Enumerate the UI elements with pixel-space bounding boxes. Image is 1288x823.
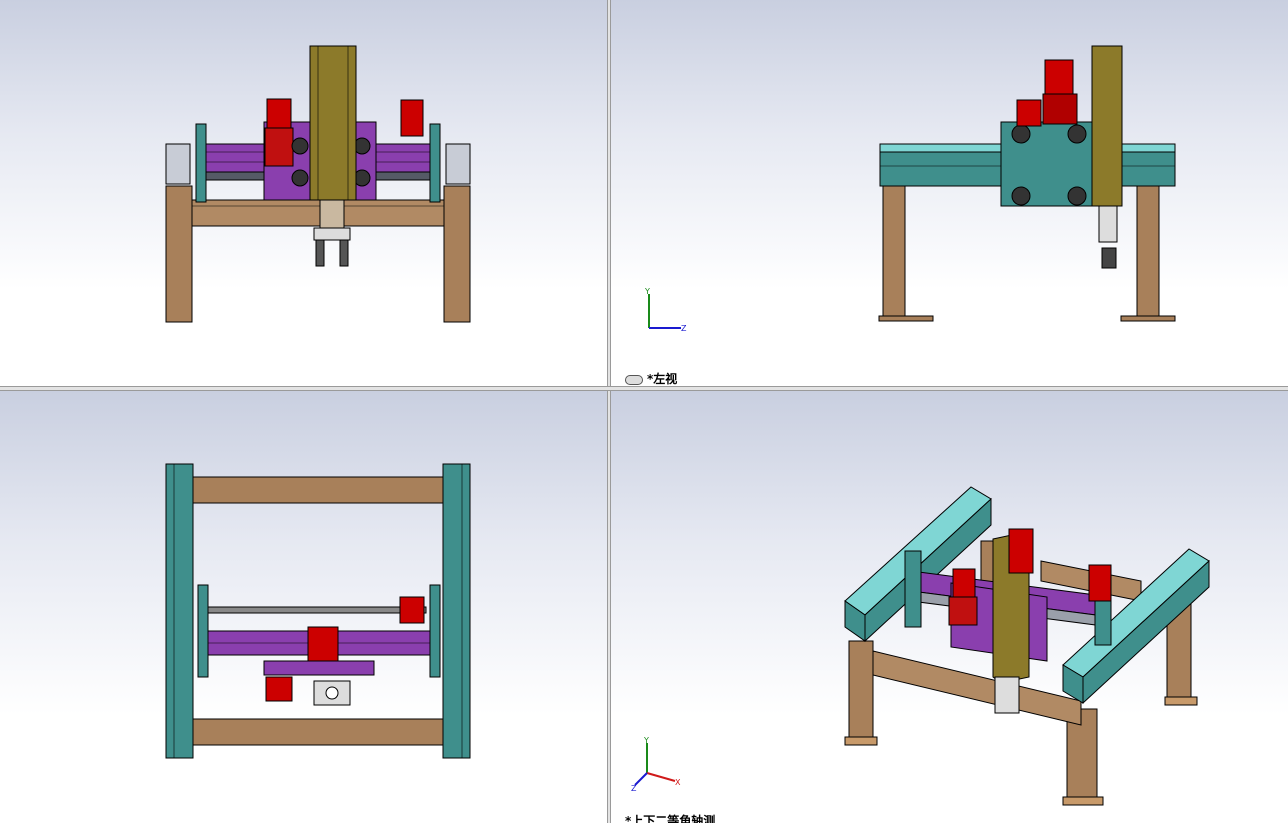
horizontal-splitter[interactable] [0, 386, 1288, 391]
axis-triad-iso: Y X Z [631, 737, 681, 793]
axis-y-label: Y [644, 287, 650, 296]
view-name-text: *左视 [647, 372, 678, 386]
viewport-isometric[interactable]: Y X Z *上下二等角轴测 [611, 391, 1288, 823]
viewport-front[interactable] [0, 0, 607, 386]
vertical-splitter[interactable] [607, 0, 611, 823]
left-view-model [878, 45, 1176, 322]
axis-z-label: Z [681, 324, 687, 333]
view-name-label: *上下二等角轴测 [625, 814, 716, 823]
viewport-top-view[interactable] [0, 391, 607, 823]
link-icon [625, 374, 643, 385]
axis-z-label: Z [631, 784, 637, 793]
front-view-model [165, 45, 471, 323]
view-name-label: *左视 [625, 370, 677, 386]
viewport-left-view[interactable]: Y Z *左视 [611, 0, 1288, 386]
axis-triad: Y Z [644, 287, 687, 333]
axis-y-label: Y [643, 737, 649, 745]
axis-x-label: X [675, 778, 681, 787]
isometric-model [844, 486, 1210, 806]
top-view-model [165, 463, 471, 759]
